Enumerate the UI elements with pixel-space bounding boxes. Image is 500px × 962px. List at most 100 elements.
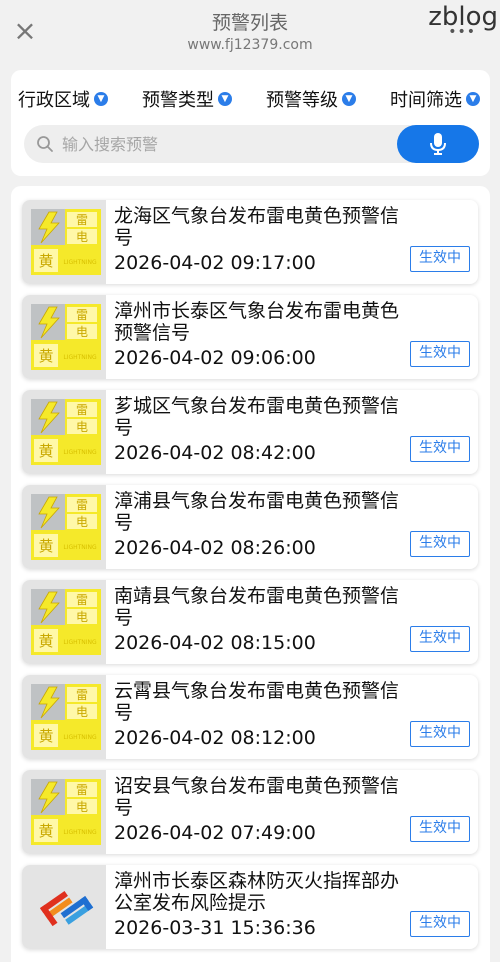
icon-level: 黄 bbox=[38, 822, 53, 840]
alert-icon-container: 雷 电 黄 LIGHTNING bbox=[31, 209, 101, 275]
chevron-down-icon: ▼ bbox=[94, 92, 108, 106]
icon-char-1: 雷 bbox=[76, 783, 88, 797]
status-badge: 生效中 bbox=[410, 436, 470, 462]
alert-title: 漳州市长泰区森林防灭火指挥部办公室发布风险提示 bbox=[114, 870, 400, 914]
lightning-yellow-icon: 雷 电 黄 LIGHTNING bbox=[31, 399, 101, 465]
icon-char-2: 电 bbox=[76, 800, 88, 814]
icon-char-1: 雷 bbox=[76, 308, 88, 322]
chevron-down-icon: ▼ bbox=[466, 92, 480, 106]
alert-title: 云霄县气象台发布雷电黄色预警信号 bbox=[114, 680, 400, 724]
alert-time: 2026-03-31 15:36:36 bbox=[114, 917, 316, 939]
lightning-yellow-icon: 雷 电 黄 LIGHTNING bbox=[31, 684, 101, 750]
alert-title: 芗城区气象台发布雷电黄色预警信号 bbox=[114, 395, 400, 439]
icon-char-1: 雷 bbox=[76, 688, 88, 702]
icon-char-1: 雷 bbox=[76, 213, 88, 227]
icon-level: 黄 bbox=[38, 347, 53, 365]
alert-list-item[interactable]: 漳州市长泰区森林防灭火指挥部办公室发布风险提示 2026-03-31 15:36:… bbox=[22, 865, 478, 949]
alert-time: 2026-04-02 08:42:00 bbox=[114, 442, 316, 464]
status-badge: 生效中 bbox=[410, 246, 470, 272]
filter-bar: 行政区域 ▼ 预警类型 ▼ 预警等级 ▼ 时间筛选 ▼ bbox=[18, 86, 480, 112]
alert-thumbnail: 雷 电 黄 LIGHTNING bbox=[22, 485, 106, 569]
alert-list-item[interactable]: 雷 电 黄 LIGHTNING 芗城区气象台发布雷电黄色预警信号 2026-04-… bbox=[22, 390, 478, 474]
page-title: 预警列表 bbox=[211, 12, 288, 34]
alert-icon-container: 雷 电 黄 LIGHTNING bbox=[31, 399, 101, 465]
alert-list-item[interactable]: 雷 电 黄 LIGHTNING 云霄县气象台发布雷电黄色预警信号 2026-04-… bbox=[22, 675, 478, 759]
top-bar: × 预警列表 www.fj12379.com zblog ••• bbox=[0, 0, 500, 62]
alert-title: 漳浦县气象台发布雷电黄色预警信号 bbox=[114, 490, 400, 534]
alert-thumbnail: 雷 电 黄 LIGHTNING bbox=[22, 770, 106, 854]
icon-level: 黄 bbox=[38, 632, 53, 650]
alert-title: 龙海区气象台发布雷电黄色预警信号 bbox=[114, 205, 400, 249]
icon-char-1: 雷 bbox=[76, 593, 88, 607]
alert-thumbnail: 雷 电 黄 LIGHTNING bbox=[22, 200, 106, 284]
filter-level[interactable]: 预警等级 ▼ bbox=[266, 86, 356, 112]
icon-char-2: 电 bbox=[76, 515, 88, 529]
filter-label: 预警类型 bbox=[142, 90, 214, 111]
icon-char-2: 电 bbox=[76, 420, 88, 434]
status-badge: 生效中 bbox=[410, 816, 470, 842]
icon-en: LIGHTNING bbox=[63, 449, 97, 456]
status-badge: 生效中 bbox=[410, 531, 470, 557]
alert-time: 2026-04-02 08:15:00 bbox=[114, 632, 316, 654]
search-bar bbox=[24, 125, 479, 163]
alert-thumbnail: 雷 电 黄 LIGHTNING bbox=[22, 295, 106, 379]
icon-en: LIGHTNING bbox=[63, 734, 97, 741]
alert-title: 诏安县气象台发布雷电黄色预警信号 bbox=[114, 775, 400, 819]
icon-level: 黄 bbox=[38, 537, 53, 555]
alert-time: 2026-04-02 07:49:00 bbox=[114, 822, 316, 844]
filter-time[interactable]: 时间筛选 ▼ bbox=[390, 86, 480, 112]
alert-thumbnail: 雷 电 黄 LIGHTNING bbox=[22, 675, 106, 759]
status-badge: 生效中 bbox=[410, 626, 470, 652]
icon-char-2: 电 bbox=[76, 325, 88, 339]
icon-char-2: 电 bbox=[76, 610, 88, 624]
icon-char-2: 电 bbox=[76, 705, 88, 719]
alert-time: 2026-04-02 09:17:00 bbox=[114, 252, 316, 274]
icon-char-2: 电 bbox=[76, 230, 88, 244]
microphone-icon bbox=[430, 133, 446, 155]
alert-list-item[interactable]: 雷 电 黄 LIGHTNING 漳浦县气象台发布雷电黄色预警信号 2026-04-… bbox=[22, 485, 478, 569]
more-menu-icon[interactable]: ••• bbox=[448, 24, 476, 40]
alert-icon-container: 雷 电 黄 LIGHTNING bbox=[31, 779, 101, 845]
alert-time: 2026-04-02 09:06:00 bbox=[114, 347, 316, 369]
lightning-yellow-icon: 雷 电 黄 LIGHTNING bbox=[31, 209, 101, 275]
icon-level: 黄 bbox=[38, 442, 53, 460]
search-input[interactable] bbox=[62, 131, 382, 157]
icon-en: LIGHTNING bbox=[63, 829, 97, 836]
alert-thumbnail: 雷 电 黄 LIGHTNING bbox=[22, 580, 106, 664]
alert-icon-container: 雷 电 黄 LIGHTNING bbox=[31, 494, 101, 560]
chevron-down-icon: ▼ bbox=[218, 92, 232, 106]
filter-region[interactable]: 行政区域 ▼ bbox=[18, 86, 108, 112]
status-badge: 生效中 bbox=[410, 721, 470, 747]
lightning-yellow-icon: 雷 电 黄 LIGHTNING bbox=[31, 494, 101, 560]
alert-time: 2026-04-02 08:12:00 bbox=[114, 727, 316, 749]
icon-char-1: 雷 bbox=[76, 498, 88, 512]
filter-label: 预警等级 bbox=[266, 90, 338, 111]
icon-char-1: 雷 bbox=[76, 403, 88, 417]
icon-level: 黄 bbox=[38, 727, 53, 745]
alert-time: 2026-04-02 08:26:00 bbox=[114, 537, 316, 559]
icon-en: LIGHTNING bbox=[63, 259, 97, 266]
alert-list-item[interactable]: 雷 电 黄 LIGHTNING 诏安县气象台发布雷电黄色预警信号 2026-04-… bbox=[22, 770, 478, 854]
filter-label: 行政区域 bbox=[18, 90, 90, 111]
lightning-yellow-icon: 雷 电 黄 LIGHTNING bbox=[31, 779, 101, 845]
alert-list-item[interactable]: 雷 电 黄 LIGHTNING 漳州市长泰区气象台发布雷电黄色预警信号 2026-… bbox=[22, 295, 478, 379]
page-url: www.fj12379.com bbox=[187, 37, 313, 53]
icon-en: LIGHTNING bbox=[63, 544, 97, 551]
filter-label: 时间筛选 bbox=[390, 90, 462, 111]
icon-en: LIGHTNING bbox=[63, 639, 97, 646]
alert-icon-container bbox=[31, 874, 101, 940]
lightning-yellow-icon: 雷 电 黄 LIGHTNING bbox=[31, 304, 101, 370]
search-icon bbox=[37, 136, 53, 152]
alert-icon-container: 雷 电 黄 LIGHTNING bbox=[31, 304, 101, 370]
filter-type[interactable]: 预警类型 ▼ bbox=[142, 86, 232, 112]
alert-icon-container: 雷 电 黄 LIGHTNING bbox=[31, 684, 101, 750]
lightning-yellow-icon: 雷 电 黄 LIGHTNING bbox=[31, 589, 101, 655]
chevron-down-icon: ▼ bbox=[342, 92, 356, 106]
forest-fire-logo-icon bbox=[31, 874, 101, 940]
alert-list-item[interactable]: 雷 电 黄 LIGHTNING 龙海区气象台发布雷电黄色预警信号 2026-04-… bbox=[22, 200, 478, 284]
voice-search-button[interactable] bbox=[397, 125, 479, 163]
icon-level: 黄 bbox=[38, 252, 53, 270]
alert-list-item[interactable]: 雷 电 黄 LIGHTNING 南靖县气象台发布雷电黄色预警信号 2026-04-… bbox=[22, 580, 478, 664]
status-badge: 生效中 bbox=[410, 341, 470, 367]
alert-thumbnail: 雷 电 黄 LIGHTNING bbox=[22, 390, 106, 474]
